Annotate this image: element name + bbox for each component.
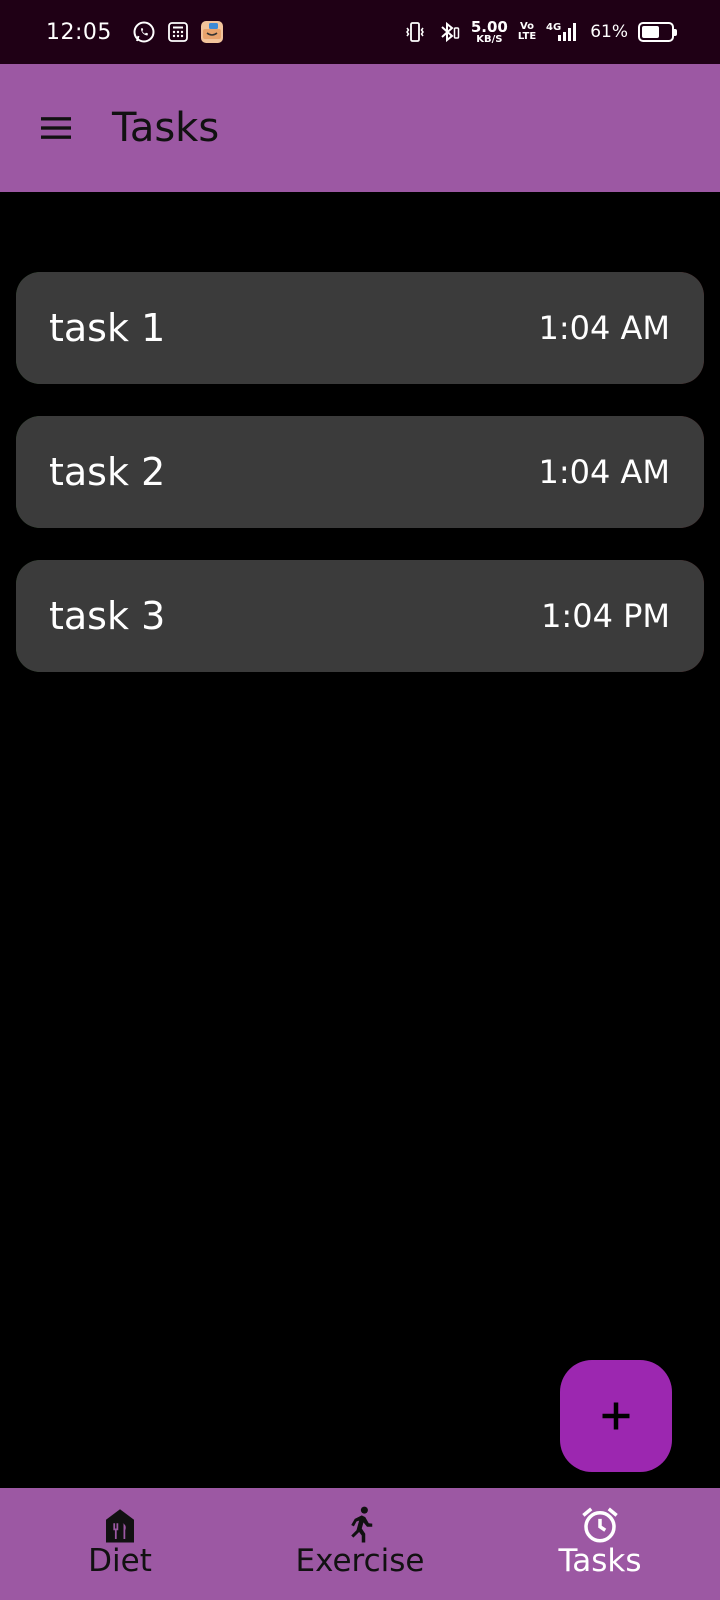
task-item[interactable]: task 1 1:04 AM	[16, 272, 704, 384]
status-right: 5.00 KB/S Vo LTE 4G 61%	[403, 17, 677, 45]
task-item[interactable]: task 3 1:04 PM	[16, 560, 704, 672]
task-item[interactable]: task 2 1:04 AM	[16, 416, 704, 528]
task-time: 1:04 AM	[538, 309, 670, 347]
nav-label-exercise: Exercise	[295, 1543, 425, 1579]
task-name: task 2	[49, 450, 166, 494]
alarm-icon	[582, 1507, 618, 1543]
nav-item-tasks[interactable]: Tasks	[480, 1488, 720, 1600]
status-time: 12:05	[46, 19, 112, 45]
vibrate-icon	[403, 20, 427, 44]
task-card-body: task 3 1:04 PM	[16, 560, 704, 672]
battery-icon	[638, 22, 677, 42]
bottom-nav: Diet Exercise Tasks	[0, 1488, 720, 1600]
status-left: 12:05	[46, 20, 224, 45]
status-bar: 12:05 5.00 KB/S Vo LTE 4G 61%	[0, 0, 720, 64]
net-speed-value: 5.00	[470, 17, 508, 36]
task-name: task 1	[49, 306, 166, 350]
nav-item-diet[interactable]: Diet	[0, 1488, 240, 1600]
nav-label-diet: Diet	[88, 1543, 152, 1579]
bluetooth-icon	[437, 20, 461, 44]
volte-indicator: Vo LTE	[518, 22, 536, 42]
task-list: task 1 1:04 AM task 2 1:04 AM task 3 1:0…	[16, 272, 704, 704]
app-bar: Tasks	[0, 64, 720, 192]
running-icon	[351, 1506, 373, 1543]
signal-icon: 4G	[546, 20, 580, 44]
screen: 12:05 5.00 KB/S Vo LTE 4G 61% Tasks task…	[0, 0, 720, 1600]
task-time: 1:04 PM	[541, 597, 670, 635]
battery-fill	[642, 26, 660, 38]
app-icon	[200, 20, 224, 44]
task-time: 1:04 AM	[538, 453, 670, 491]
network-type: 4G	[546, 22, 561, 33]
calculator-icon	[166, 20, 190, 44]
net-speed: 5.00 KB/S	[470, 17, 508, 45]
net-speed-unit: KB/S	[476, 33, 503, 45]
battery-percent: 61%	[590, 22, 628, 42]
diet-icon	[106, 1509, 134, 1543]
volte-bottom: LTE	[517, 31, 537, 42]
menu-button[interactable]	[0, 64, 112, 192]
task-name: task 3	[49, 594, 166, 638]
nav-item-exercise[interactable]: Exercise	[240, 1488, 480, 1600]
add-task-button[interactable]	[560, 1360, 672, 1472]
whatsapp-icon	[132, 20, 156, 44]
task-card-body: task 1 1:04 AM	[16, 272, 704, 384]
task-card-body: task 2 1:04 AM	[16, 416, 704, 528]
page-title: Tasks	[112, 105, 220, 151]
plus-icon	[602, 1402, 630, 1430]
hamburger-menu-icon	[41, 117, 71, 139]
nav-label-tasks: Tasks	[558, 1543, 642, 1579]
